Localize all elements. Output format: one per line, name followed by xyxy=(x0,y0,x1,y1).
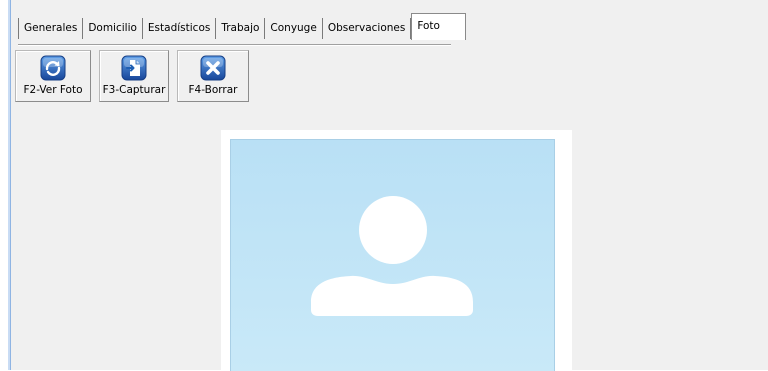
capture-label: F3-Capturar xyxy=(102,84,166,96)
photo-frame xyxy=(221,130,572,371)
user-silhouette-icon xyxy=(311,196,473,316)
view-photo-button[interactable]: F2-Ver Foto xyxy=(15,50,91,102)
tab-underline xyxy=(18,44,451,46)
tab-observaciones[interactable]: Observaciones xyxy=(323,18,412,39)
delete-label: F4-Borrar xyxy=(188,84,238,96)
tab-domicilio[interactable]: Domicilio xyxy=(83,18,143,39)
tab-estadisticos[interactable]: Estadísticos xyxy=(143,18,217,39)
capture-document-icon xyxy=(121,55,147,81)
photo-tab-window: Generales Domicilio Estadísticos Trabajo… xyxy=(11,0,768,371)
tab-conyuge[interactable]: Conyuge xyxy=(265,18,323,39)
tab-generales[interactable]: Generales xyxy=(18,18,84,39)
photo-toolbar: F2-Ver Foto F3-Capturar F4-Borrar xyxy=(15,50,249,102)
refresh-photo-icon xyxy=(40,55,66,81)
capture-button[interactable]: F3-Capturar xyxy=(99,50,169,102)
tab-row: Generales Domicilio Estadísticos Trabajo… xyxy=(18,13,466,40)
view-photo-label: F2-Ver Foto xyxy=(23,84,83,96)
photo-placeholder[interactable] xyxy=(230,139,555,371)
delete-button[interactable]: F4-Borrar xyxy=(177,50,249,102)
tab-trabajo[interactable]: Trabajo xyxy=(216,18,266,39)
delete-x-icon xyxy=(200,55,226,81)
window-left-border xyxy=(0,0,11,370)
tab-strip: Generales Domicilio Estadísticos Trabajo… xyxy=(11,0,768,46)
tab-foto[interactable]: Foto xyxy=(411,13,466,40)
